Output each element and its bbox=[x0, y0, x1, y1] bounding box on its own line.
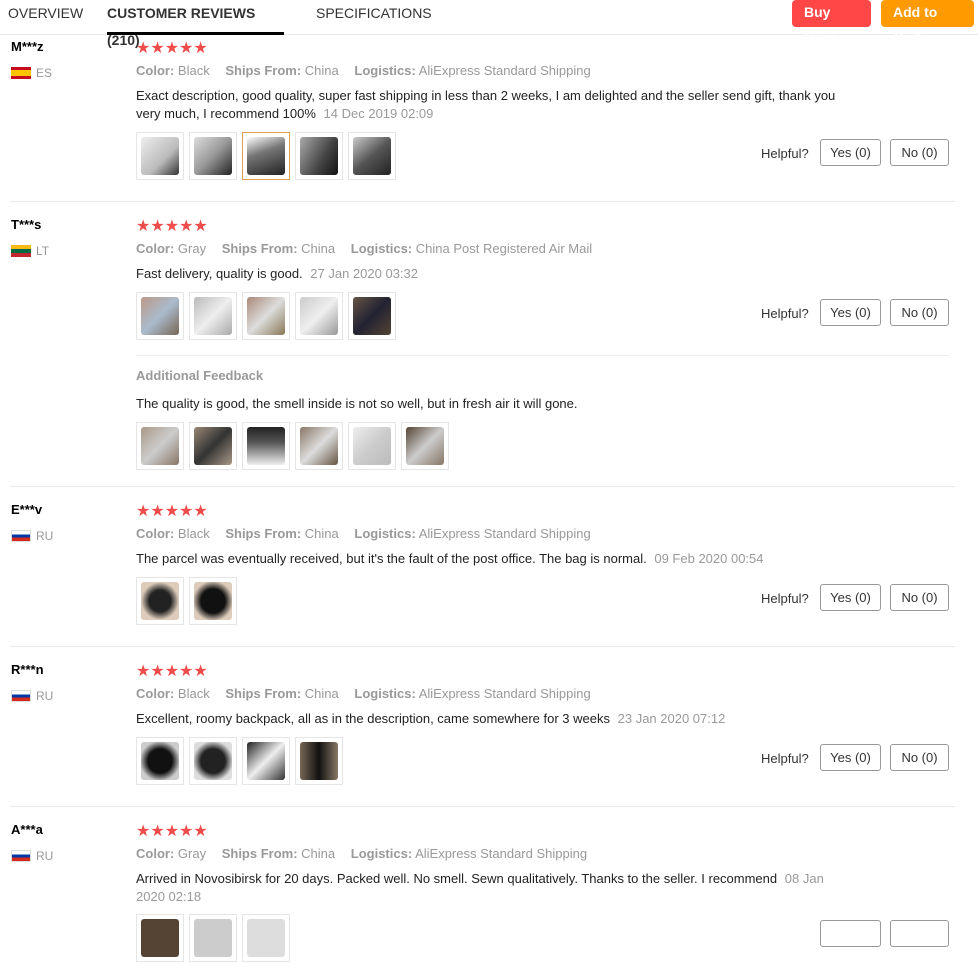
review-photo-thumbnail[interactable] bbox=[295, 292, 343, 340]
review-date: 23 Jan 2020 07:12 bbox=[617, 711, 726, 726]
review-photo-thumbnail[interactable] bbox=[242, 422, 290, 470]
review-photo-thumbnail[interactable] bbox=[295, 737, 343, 785]
reviewer-country: RU bbox=[11, 849, 53, 863]
review-text: The parcel was eventually received, but … bbox=[136, 551, 764, 566]
add-to-cart-button[interactable]: Add to Cart bbox=[881, 0, 974, 45]
helpful-no-button[interactable]: No (0) bbox=[890, 139, 949, 166]
divider bbox=[10, 806, 955, 807]
divider bbox=[136, 355, 949, 356]
rating-stars: ★★★★★ bbox=[136, 218, 208, 235]
review-photo-thumbnail[interactable] bbox=[295, 422, 343, 470]
review-date: 09 Feb 2020 00:54 bbox=[654, 551, 764, 566]
reviewer-country: ES bbox=[11, 66, 52, 80]
review-photo-thumbnail[interactable] bbox=[242, 132, 290, 180]
review-photo-thumbnail[interactable] bbox=[189, 292, 237, 340]
rating-stars: ★★★★★ bbox=[136, 663, 208, 680]
russia-flag-icon bbox=[11, 690, 31, 702]
review-photo-thumbnail[interactable] bbox=[136, 577, 184, 625]
buy-now-button[interactable]: Buy Now bbox=[792, 0, 871, 45]
review-photos bbox=[136, 577, 242, 627]
tab-overview[interactable]: OVERVIEW bbox=[8, 0, 83, 32]
product-tab-bar: OVERVIEW CUSTOMER REVIEWS (210) SPECIFIC… bbox=[0, 0, 978, 48]
review-photo-thumbnail[interactable] bbox=[189, 914, 237, 962]
divider bbox=[10, 201, 955, 202]
review-photos bbox=[136, 914, 295, 964]
review-photo-thumbnail[interactable] bbox=[136, 422, 184, 470]
helpful-no-button[interactable]: No (0) bbox=[890, 744, 949, 771]
review-photo-thumbnail[interactable] bbox=[348, 422, 396, 470]
review-photo-thumbnail[interactable] bbox=[242, 292, 290, 340]
helpful-label: Helpful? bbox=[761, 751, 809, 766]
review-photo-thumbnail[interactable] bbox=[136, 737, 184, 785]
review-date: 27 Jan 2020 03:32 bbox=[310, 266, 419, 281]
helpful-no-button[interactable]: No (0) bbox=[890, 584, 949, 611]
review-photo-thumbnail[interactable] bbox=[242, 737, 290, 785]
helpful-no-button[interactable] bbox=[890, 920, 949, 947]
additional-feedback-heading: Additional Feedback bbox=[136, 368, 264, 383]
reviewer-country: RU bbox=[11, 529, 53, 543]
review-photo-thumbnail[interactable] bbox=[189, 422, 237, 470]
review-photo-thumbnail[interactable] bbox=[242, 914, 290, 962]
review-text: Fast delivery, quality is good. 27 Jan 2… bbox=[136, 266, 419, 281]
reviewer-name: T***s bbox=[11, 217, 42, 232]
divider bbox=[10, 486, 955, 487]
review-photos bbox=[136, 292, 401, 342]
review-photo-thumbnail[interactable] bbox=[136, 132, 184, 180]
review-photo-thumbnail[interactable] bbox=[189, 737, 237, 785]
reviewer-name: R***n bbox=[11, 662, 44, 677]
tab-specifications[interactable]: SPECIFICATIONS bbox=[316, 0, 432, 32]
reviewer-country: LT bbox=[11, 244, 49, 258]
reviewer-name: A***a bbox=[11, 822, 43, 837]
rating-stars: ★★★★★ bbox=[136, 40, 208, 57]
additional-feedback-text: The quality is good, the smell inside is… bbox=[136, 396, 578, 411]
helpful-yes-button[interactable]: Yes (0) bbox=[820, 744, 881, 771]
helpful-label: Helpful? bbox=[761, 146, 809, 161]
helpful-no-button[interactable]: No (0) bbox=[890, 299, 949, 326]
reviewer-name: E***v bbox=[11, 502, 43, 517]
review-photo-thumbnail[interactable] bbox=[295, 132, 343, 180]
russia-flag-icon bbox=[11, 850, 31, 862]
review-photo-thumbnail[interactable] bbox=[189, 577, 237, 625]
review-photo-thumbnail[interactable] bbox=[348, 132, 396, 180]
russia-flag-icon bbox=[11, 530, 31, 542]
review-meta: Color: Black Ships From: China Logistics… bbox=[136, 686, 591, 701]
helpful-yes-button[interactable]: Yes (0) bbox=[820, 584, 881, 611]
helpful-yes-button[interactable] bbox=[820, 920, 881, 947]
reviewer-name: M***z bbox=[11, 39, 44, 54]
review-text: Excellent, roomy backpack, all as in the… bbox=[136, 711, 726, 726]
review-photo-thumbnail[interactable] bbox=[189, 132, 237, 180]
spain-flag-icon bbox=[11, 67, 31, 79]
tab-customer-reviews[interactable]: CUSTOMER REVIEWS (210) bbox=[107, 0, 284, 48]
review-text: Exact description, good quality, super f… bbox=[136, 88, 836, 121]
review-photos bbox=[136, 132, 401, 182]
review-photo-thumbnail[interactable] bbox=[136, 914, 184, 962]
review-date: 14 Dec 2019 02:09 bbox=[323, 106, 434, 121]
review-meta: Color: Gray Ships From: China Logistics:… bbox=[136, 241, 593, 256]
helpful-label: Helpful? bbox=[761, 591, 809, 606]
review-photos bbox=[136, 422, 454, 472]
review-photos bbox=[136, 737, 348, 787]
lithuania-flag-icon bbox=[11, 245, 31, 257]
divider bbox=[10, 646, 955, 647]
rating-stars: ★★★★★ bbox=[136, 823, 208, 840]
reviewer-country: RU bbox=[11, 689, 53, 703]
review-meta: Color: Gray Ships From: China Logistics:… bbox=[136, 846, 588, 861]
helpful-label: Helpful? bbox=[761, 306, 809, 321]
review-photo-thumbnail[interactable] bbox=[136, 292, 184, 340]
review-photo-thumbnail[interactable] bbox=[348, 292, 396, 340]
helpful-yes-button[interactable]: Yes (0) bbox=[820, 299, 881, 326]
review-photo-thumbnail[interactable] bbox=[401, 422, 449, 470]
helpful-yes-button[interactable]: Yes (0) bbox=[820, 139, 881, 166]
review-meta: Color: Black Ships From: China Logistics… bbox=[136, 63, 591, 78]
review-meta: Color: Black Ships From: China Logistics… bbox=[136, 526, 591, 541]
review-text: Arrived in Novosibirsk for 20 days. Pack… bbox=[136, 871, 824, 904]
rating-stars: ★★★★★ bbox=[136, 503, 208, 520]
